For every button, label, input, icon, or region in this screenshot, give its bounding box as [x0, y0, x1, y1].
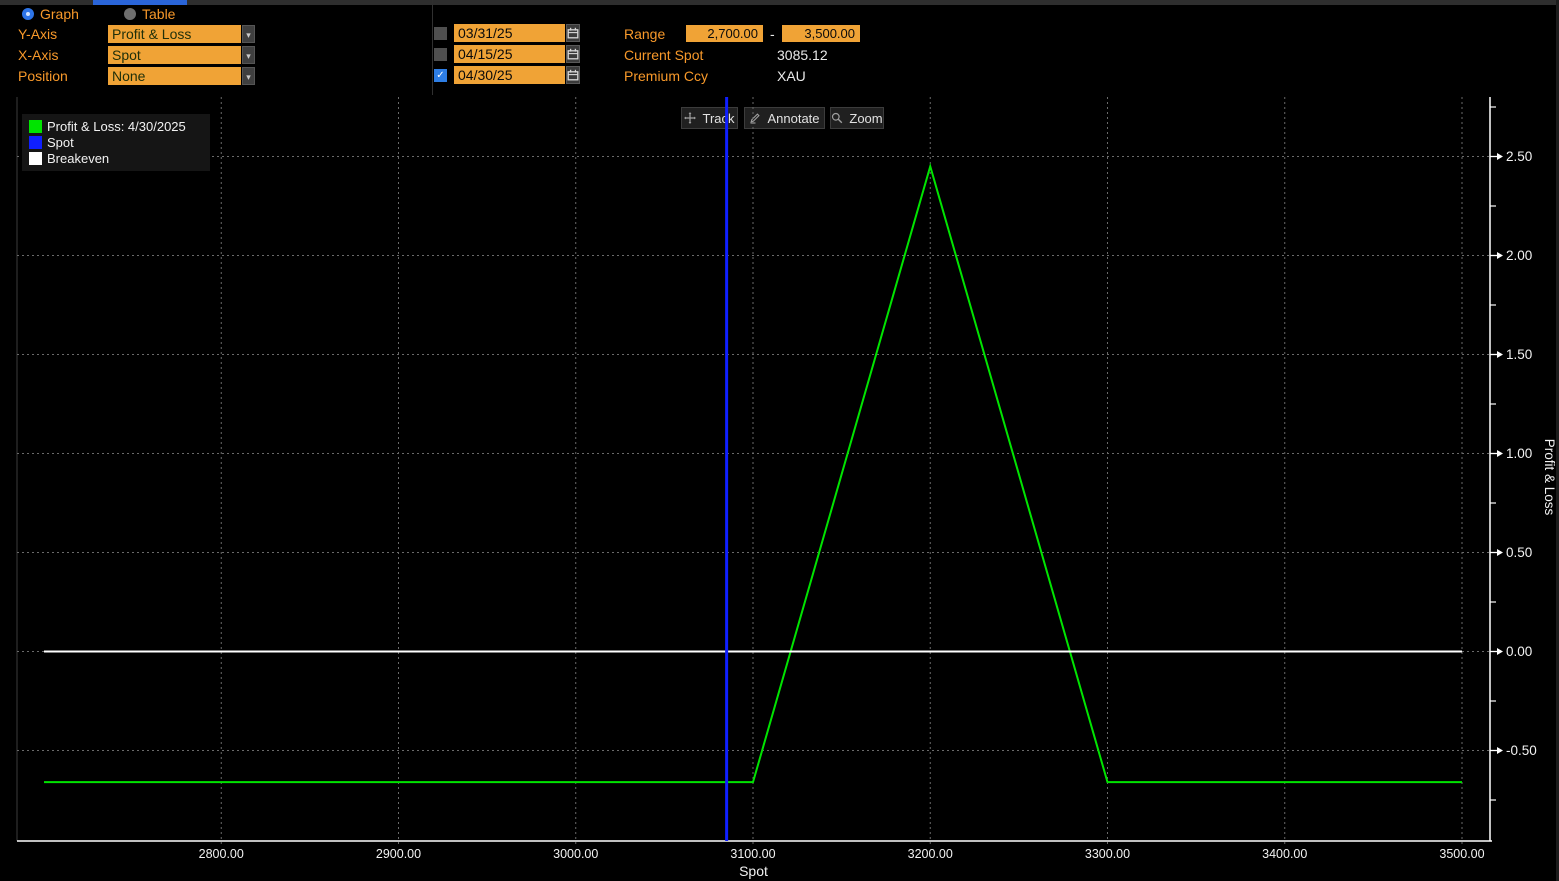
premium-ccy-label: Premium Ccy [624, 68, 708, 84]
legend-item-label: Profit & Loss: 4/30/2025 [47, 119, 186, 134]
x-tick-label: 3300.00 [1085, 847, 1130, 861]
range-to-input[interactable]: 3,500.00 [782, 25, 860, 42]
pnl-series-swatch [29, 120, 42, 133]
graph-radio[interactable] [22, 8, 34, 20]
x-tick-label: 3100.00 [730, 847, 775, 861]
annotate-button-label: Annotate [767, 111, 819, 126]
y-axis-select[interactable]: Profit & Loss [108, 25, 241, 43]
x-tick-label: 3400.00 [1262, 847, 1307, 861]
y-tick-label: -0.50 [1506, 743, 1537, 758]
y-tick-label: 0.50 [1506, 545, 1532, 560]
chart-legend: Profit & Loss: 4/30/2025 Spot Breakeven [22, 114, 210, 171]
breakeven-series-swatch [29, 152, 42, 165]
window-top-strip [0, 0, 1559, 5]
x-axis-select[interactable]: Spot [108, 46, 241, 64]
y-tick-label: 1.50 [1506, 347, 1532, 362]
table-radio-label[interactable]: Table [142, 6, 175, 22]
y-tick-label: 2.50 [1506, 149, 1532, 164]
y-tick-label: 0.00 [1506, 644, 1532, 659]
date3-calendar-icon[interactable] [566, 66, 580, 84]
zoom-button-label: Zoom [849, 111, 882, 126]
check-icon: ✓ [436, 70, 444, 81]
y-tick-label: 1.00 [1506, 446, 1532, 461]
date2-calendar-icon[interactable] [566, 45, 580, 63]
x-axis-select-arrow-icon[interactable]: ▾ [242, 46, 255, 64]
current-spot-value: 3085.12 [777, 47, 828, 63]
date3-input[interactable]: 04/30/25 [454, 66, 565, 84]
date2-checkbox[interactable]: ✓ [434, 48, 447, 61]
date3-checkbox[interactable]: ✓ [434, 69, 447, 82]
x-tick-label: 2800.00 [199, 847, 244, 861]
premium-ccy-value: XAU [777, 68, 806, 84]
y-tick-arrow-icon [1497, 252, 1503, 259]
date2-input[interactable]: 04/15/25 [454, 45, 565, 63]
range-label: Range [624, 26, 665, 42]
legend-item-label: Breakeven [47, 151, 109, 166]
legend-item-breakeven: Breakeven [29, 150, 210, 166]
active-tab-underline [93, 0, 187, 5]
x-axis-label: X-Axis [18, 47, 58, 63]
y-tick-label: 2.00 [1506, 248, 1532, 263]
y-tick-arrow-icon [1497, 549, 1503, 556]
range-from-input[interactable]: 2,700.00 [686, 25, 763, 42]
date1-input[interactable]: 03/31/25 [454, 24, 565, 42]
y-tick-arrow-icon [1497, 450, 1503, 457]
position-select[interactable]: None [108, 67, 241, 85]
table-radio[interactable] [124, 8, 136, 20]
current-spot-label: Current Spot [624, 47, 703, 63]
date1-calendar-icon[interactable] [566, 24, 580, 42]
y-tick-arrow-icon [1497, 648, 1503, 655]
range-separator: - [770, 26, 775, 42]
spot-series-swatch [29, 136, 42, 149]
x-tick-label: 3500.00 [1439, 847, 1484, 861]
annotate-button[interactable]: Annotate [744, 107, 825, 129]
graph-radio-label[interactable]: Graph [40, 6, 79, 22]
x-tick-label: 3000.00 [553, 847, 598, 861]
y-axis-select-arrow-icon[interactable]: ▾ [242, 25, 255, 43]
x-axis-title: Spot [739, 863, 768, 879]
panel-divider [432, 0, 433, 95]
date1-checkbox[interactable]: ✓ [434, 27, 447, 40]
track-button-label: Track [702, 111, 734, 126]
y-tick-arrow-icon [1497, 351, 1503, 358]
track-crosshair-icon [684, 112, 696, 124]
payoff-chart: 2.50 2.00 1.50 1.00 0.50 0.00 -0.50 2800.00 2900… [0, 0, 1559, 881]
pnl-line [44, 166, 1462, 782]
zoom-button[interactable]: Zoom [830, 107, 884, 129]
legend-item-label: Spot [47, 135, 74, 150]
legend-item-pnl: Profit & Loss: 4/30/2025 [29, 118, 210, 134]
y-tick-arrow-icon [1497, 153, 1503, 160]
y-axis-title: Profit & Loss [1542, 439, 1557, 516]
annotate-pencil-icon [749, 112, 761, 124]
x-tick-label: 2900.00 [376, 847, 421, 861]
y-tick-arrow-icon [1497, 747, 1503, 754]
y-axis-label: Y-Axis [18, 26, 57, 42]
legend-item-spot: Spot [29, 134, 210, 150]
payoff-screen: Graph Table Y-Axis Profit & Loss ▾ X-Axi… [0, 0, 1559, 881]
position-label: Position [18, 68, 68, 84]
zoom-magnifier-icon [831, 112, 843, 124]
track-button[interactable]: Track [681, 107, 738, 129]
position-select-arrow-icon[interactable]: ▾ [242, 67, 255, 85]
x-tick-label: 3200.00 [908, 847, 953, 861]
